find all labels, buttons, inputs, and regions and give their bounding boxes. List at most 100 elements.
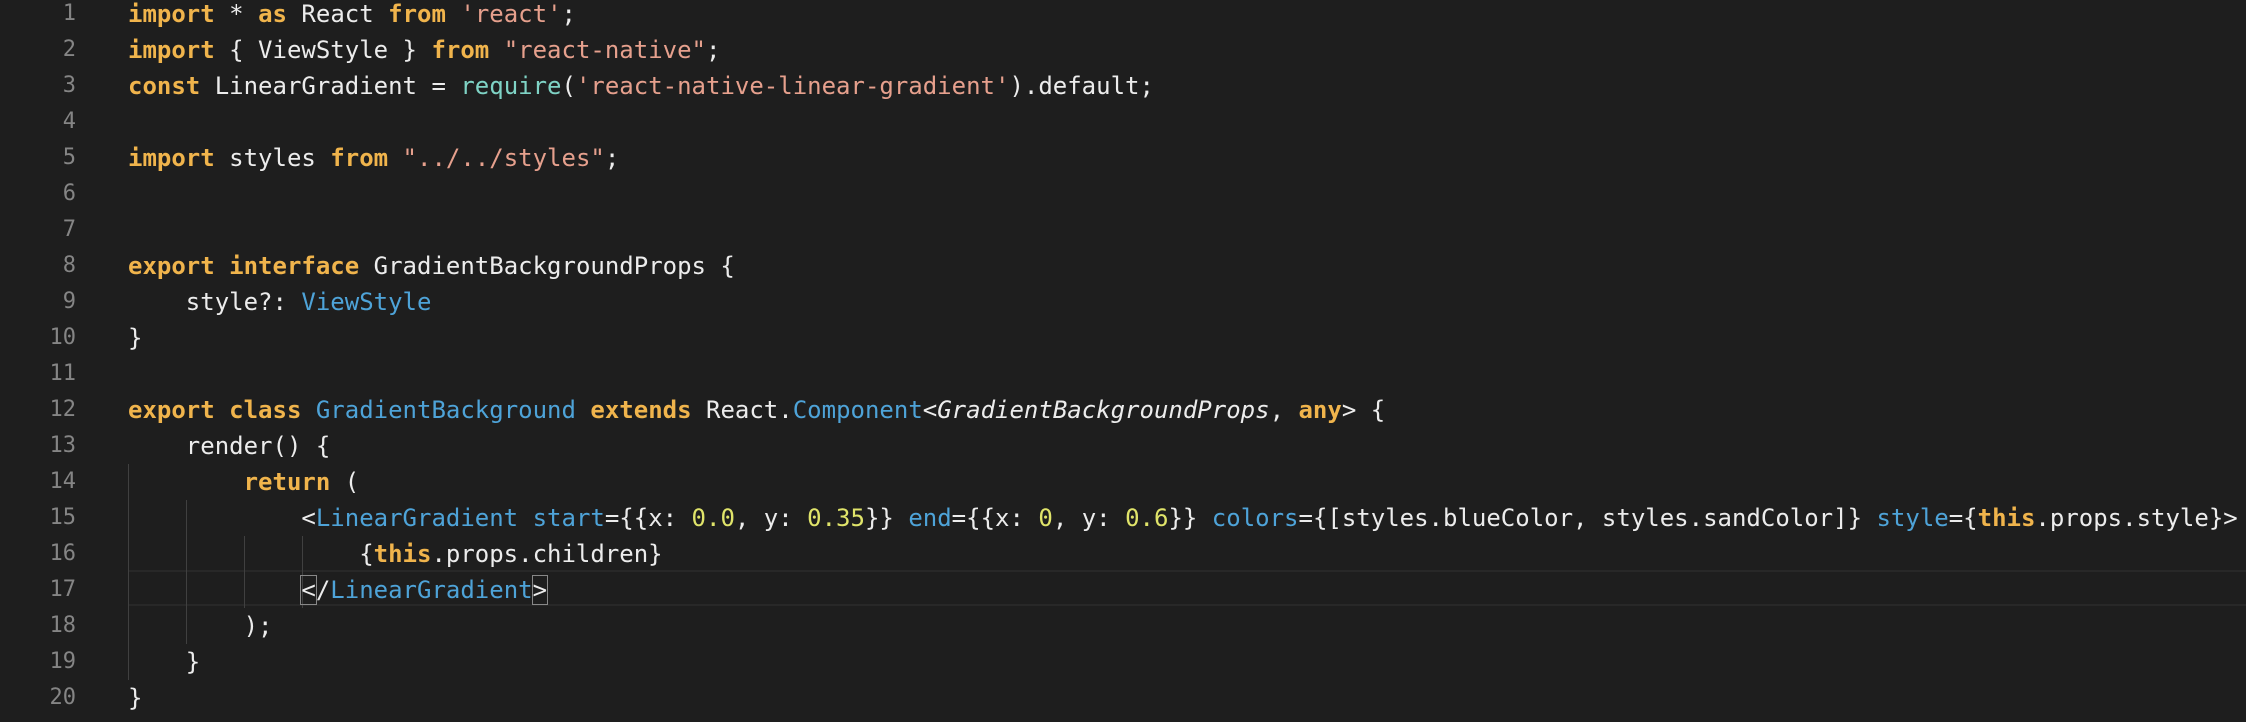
token-attribute: style: [1876, 504, 1949, 532]
line-number: 19: [49, 649, 77, 674]
token-keyword: import: [128, 36, 215, 64]
token-text: }: [128, 648, 201, 676]
token-number: 0.6: [1125, 504, 1169, 532]
token-text: }: [128, 684, 143, 712]
token-text: style?:: [128, 288, 302, 316]
token-type-param: GradientBackgroundProps: [937, 396, 1270, 424]
token-keyword: any: [1298, 396, 1342, 424]
token-text: GradientBackgroundProps {: [359, 252, 735, 280]
line-number: 13: [49, 433, 77, 458]
token-text: render() {: [128, 432, 331, 460]
line-number-gutter: 1 2 3 4 5 6 7 8 9 10 11 12 13 14 15 16 1…: [0, 0, 100, 722]
token-text: ;: [706, 36, 721, 64]
code-line-9: style?: ViewStyle: [128, 284, 432, 320]
code-line-1: import * as React from 'react';: [128, 0, 576, 32]
bracket-match-close: >: [531, 575, 549, 605]
code-line-10: }: [128, 320, 142, 356]
code-line-2: import { ViewStyle } from "react-native"…: [128, 32, 720, 68]
token-keyword: interface: [229, 252, 360, 280]
code-editor[interactable]: 1 2 3 4 5 6 7 8 9 10 11 12 13 14 15 16 1…: [0, 0, 2246, 722]
code-line-19: }: [128, 644, 200, 680]
token-keyword: this: [1977, 504, 2036, 532]
line-number: 3: [62, 73, 76, 98]
token-text: (: [330, 468, 360, 496]
token-text: ;: [561, 0, 576, 28]
token-text: <: [922, 396, 938, 424]
token-text: , y:: [734, 504, 808, 532]
line-number: 14: [49, 469, 77, 494]
token-keyword: class: [229, 396, 302, 424]
token-keyword: this: [373, 540, 432, 568]
code-line-3: const LinearGradient = require('react-na…: [128, 68, 1154, 104]
token-keyword: export: [128, 396, 215, 424]
token-text: , y:: [1052, 504, 1126, 532]
token-function: require: [460, 72, 562, 100]
token-number: 0.35: [807, 504, 865, 532]
token-attribute: end: [908, 504, 952, 532]
token-text: (: [561, 72, 576, 100]
token-attribute: colors: [1211, 504, 1299, 532]
bracket-match-open: <: [300, 575, 317, 605]
code-line-16: {this.props.children}: [128, 536, 663, 572]
token-attribute: start: [532, 504, 605, 532]
code-line-5: import styles from "../../styles";: [128, 140, 619, 176]
line-number: 15: [49, 505, 77, 530]
token-text: React.: [691, 396, 793, 424]
token-keyword: return: [243, 468, 331, 496]
code-line-13: render() {: [128, 428, 331, 464]
token-text: .props.children}: [431, 540, 663, 568]
token-keyword: from: [388, 0, 446, 28]
line-number: 7: [62, 217, 76, 242]
token-keyword: extends: [590, 396, 692, 424]
code-line-14: return (: [128, 464, 360, 500]
token-keyword: import: [128, 144, 215, 172]
line-number: 5: [62, 145, 76, 170]
token-text: {: [128, 540, 374, 568]
token-number: 0: [1038, 504, 1053, 532]
code-line-17: </LinearGradient>: [128, 572, 549, 608]
token-text: ={{x:: [951, 504, 1039, 532]
token-text: }: [128, 324, 143, 352]
token-string: 'react': [460, 0, 562, 28]
line-number: 1: [62, 1, 76, 26]
line-number: 11: [49, 361, 77, 386]
line-number: 12: [49, 397, 77, 422]
line-number: 20: [49, 685, 77, 710]
token-keyword: from: [330, 144, 389, 172]
token-text: ).default;: [1009, 72, 1154, 100]
token-identifier: React: [286, 0, 389, 28]
line-number: 10: [49, 325, 77, 350]
token-string: "../../styles": [402, 144, 605, 172]
token-text: <: [128, 504, 316, 532]
token-text: .props.style}>: [2035, 504, 2238, 532]
token-text: }}: [1168, 504, 1212, 532]
token-text: LinearGradient =: [200, 72, 461, 100]
token-string: 'react-native-linear-gradient': [575, 72, 1010, 100]
code-line-15: <LinearGradient start={{x: 0.0, y: 0.35}…: [128, 500, 2238, 536]
line-number: 16: [49, 541, 77, 566]
code-line-12: export class GradientBackground extends …: [128, 392, 1385, 428]
line-number: 6: [62, 181, 76, 206]
line-number: 18: [49, 613, 77, 638]
token-text: ;: [604, 144, 620, 172]
token-text: ={{x:: [604, 504, 692, 532]
token-keyword: import: [128, 0, 215, 28]
token-keyword: export: [128, 252, 215, 280]
line-number: 2: [62, 37, 76, 62]
token-text: ={[styles.blueColor, styles.sandColor]}: [1298, 504, 1877, 532]
token-text: ={: [1948, 504, 1978, 532]
token-text: ,: [1269, 396, 1299, 424]
token-string: "react-native": [503, 36, 706, 64]
token-text: > {: [1341, 396, 1386, 424]
code-area[interactable]: import * as React from 'react'; import {…: [128, 0, 2246, 722]
line-number: 4: [62, 109, 76, 134]
token-type: GradientBackground: [315, 396, 576, 424]
line-number: 8: [62, 253, 76, 278]
token-text: { ViewStyle }: [214, 36, 432, 64]
